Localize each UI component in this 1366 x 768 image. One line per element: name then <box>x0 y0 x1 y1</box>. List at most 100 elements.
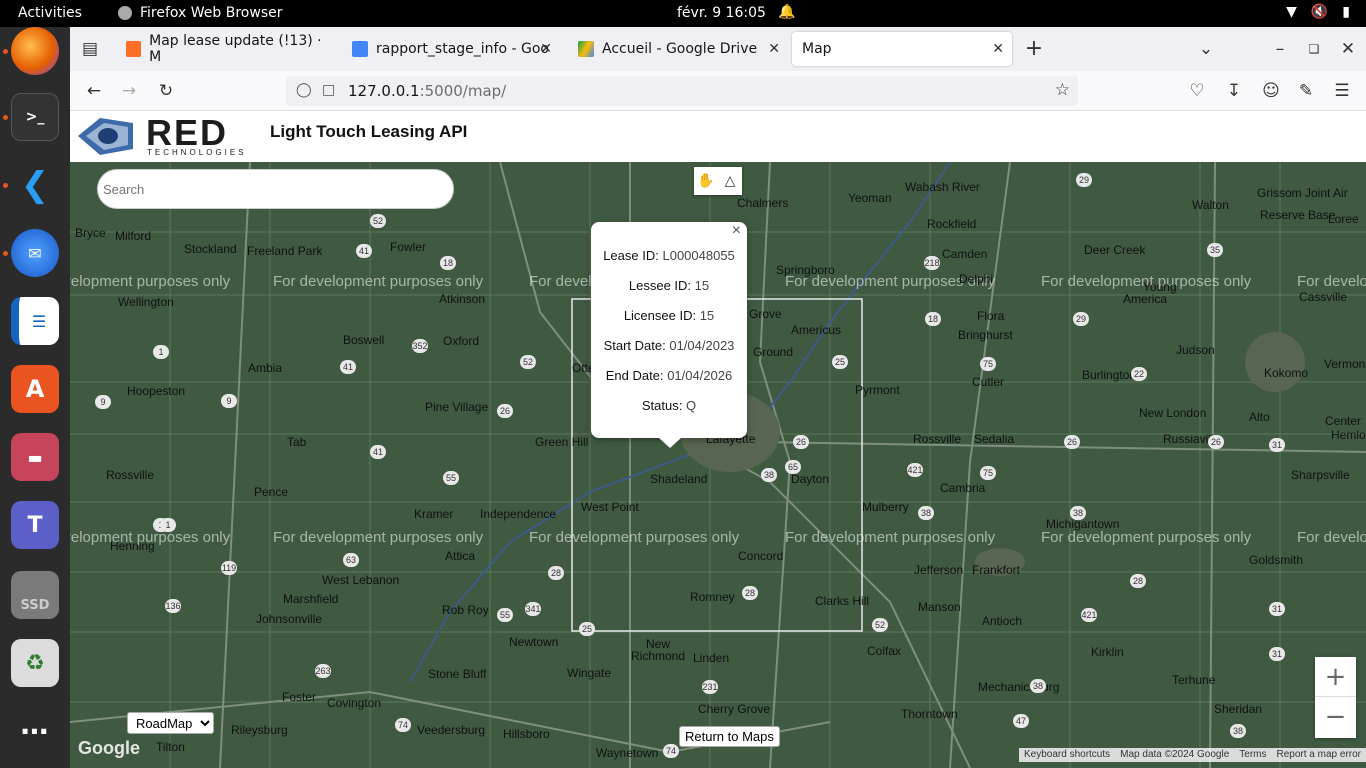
downloads-icon[interactable]: ↧ <box>1222 79 1246 103</box>
close-tab-icon[interactable]: ✕ <box>992 41 1004 57</box>
town-label: Attica <box>445 549 476 563</box>
system-tray[interactable]: ▼ 🔇 ▮ <box>1286 4 1350 20</box>
teams-icon[interactable]: T <box>11 501 59 549</box>
route-shield: 18 <box>925 312 941 326</box>
thunderbird-icon[interactable]: ✉ <box>11 229 59 277</box>
route-shield: 31 <box>1269 438 1285 452</box>
route-shield: 75 <box>980 357 996 371</box>
extensions-icon[interactable]: ✎ <box>1294 79 1318 103</box>
minimize-icon[interactable]: – <box>1268 37 1292 61</box>
town-label: Stockland <box>184 242 237 256</box>
clock[interactable]: févr. 9 16:05 <box>677 5 766 21</box>
page-header: RED TECHNOLOGIES Light Touch Leasing API <box>70 111 1366 162</box>
town-label: Pence <box>254 485 289 499</box>
map-canvas[interactable]: For development purposes only For develop… <box>70 162 1366 768</box>
close-window-icon[interactable]: ✕ <box>1336 37 1360 61</box>
navigation-bar: ← → ↻ ◯ □ 127.0.0.1:5000/map/ ☆ ♡ ↧ ☺ ✎ … <box>70 71 1366 111</box>
end-date-row: End Date: 01/04/2026 <box>605 368 733 383</box>
bookmark-star-icon[interactable]: ☆ <box>1055 80 1070 100</box>
restore-icon[interactable]: ❏ <box>1302 37 1326 61</box>
zoom-out-icon[interactable]: − <box>1315 697 1356 737</box>
town-label: Michigantown <box>1046 517 1120 531</box>
vscode-icon[interactable]: ❮ <box>11 161 59 209</box>
zoom-in-icon[interactable]: + <box>1315 657 1356 697</box>
keyboard-shortcuts-link[interactable]: Keyboard shortcuts <box>1019 748 1115 762</box>
polygon-draw-icon[interactable]: △ <box>718 167 742 195</box>
town-label: Sharpsville <box>1291 468 1350 482</box>
app-menu[interactable]: Firefox Web Browser <box>118 5 283 21</box>
url-bar[interactable]: ◯ □ 127.0.0.1:5000/map/ ☆ <box>286 76 1078 106</box>
firefox-icon[interactable] <box>11 27 59 75</box>
tab-google-drive[interactable]: Accueil - Google Drive ✕ <box>568 32 788 66</box>
route-shield: 28 <box>1130 574 1146 588</box>
app-center-icon[interactable]: A <box>11 365 59 413</box>
route-shield: 38 <box>1070 506 1086 520</box>
route-shield: 55 <box>497 608 513 622</box>
activities-button[interactable]: Activities <box>18 5 82 21</box>
route-shield: 26 <box>1064 435 1080 449</box>
route-shield: 341 <box>525 602 541 616</box>
route-shield: 352 <box>412 339 428 353</box>
list-tabs-chevron-down-icon[interactable]: ⌄ <box>1194 37 1218 61</box>
close-icon[interactable]: × <box>732 222 741 240</box>
route-shield: 52 <box>520 355 536 369</box>
report-error-link[interactable]: Report a map error <box>1272 748 1366 762</box>
route-shield: 26 <box>1208 435 1224 449</box>
tab-map[interactable]: Map ✕ <box>792 32 1012 66</box>
town-label: Hoopeston <box>127 384 186 398</box>
town-label: Henning <box>110 539 155 553</box>
reload-icon[interactable]: ↻ <box>154 79 178 103</box>
url-text: 127.0.0.1:5000/map/ <box>348 82 507 100</box>
trash-icon[interactable]: ♻ <box>11 639 59 687</box>
tab-overview-icon[interactable]: ▤ <box>78 37 102 61</box>
route-shield: 47 <box>1013 714 1029 728</box>
close-tab-icon[interactable]: ✕ <box>540 41 552 57</box>
lease-id-row: Lease ID: L000048055 <box>603 248 735 263</box>
town-label: Alto <box>1249 410 1270 424</box>
town-label: Hemlock <box>1331 428 1366 442</box>
route-shield: 41 <box>370 445 386 459</box>
notification-bell-icon: 🔔 <box>778 4 796 20</box>
town-label: Covington <box>327 696 382 710</box>
tab-rapport-stage[interactable]: rapport_stage_info - Goo ✕ <box>342 32 560 66</box>
town-label: Manson <box>918 600 961 614</box>
popup-pointer <box>659 438 681 448</box>
files-icon[interactable]: ▬ <box>11 433 59 481</box>
back-icon[interactable]: ← <box>82 79 106 103</box>
development-watermark: For development purposes only <box>70 273 231 290</box>
account-icon[interactable]: ☺ <box>1259 79 1283 103</box>
tab-map-lease-update[interactable]: Map lease update (!13) · M <box>116 32 338 66</box>
close-tab-icon[interactable]: ✕ <box>768 41 780 57</box>
town-label: Judson <box>1176 343 1215 357</box>
town-label: Rockfield <box>927 217 977 231</box>
town-label: Kokomo <box>1264 366 1309 380</box>
town-label: Chalmers <box>737 196 789 210</box>
town-label: Waynetown <box>596 746 659 760</box>
menu-icon[interactable]: ☰ <box>1330 79 1354 103</box>
development-watermark: For development purposes only <box>273 529 484 546</box>
writer-icon[interactable]: ☰ <box>11 297 59 345</box>
town-label: Reserve Base <box>1260 208 1336 222</box>
route-shield: 35 <box>1207 243 1223 257</box>
town-label: Atkinson <box>439 292 486 306</box>
map-search-input[interactable] <box>97 169 454 209</box>
app-grid-icon[interactable]: ⋯ <box>11 707 59 755</box>
route-shield: 26 <box>793 435 809 449</box>
return-to-maps-button[interactable]: Return to Maps <box>679 726 780 747</box>
new-tab-icon[interactable]: + <box>1022 37 1046 61</box>
forward-icon[interactable]: → <box>117 79 141 103</box>
town-label: Tilton <box>156 740 185 754</box>
terminal-icon[interactable]: >_ <box>11 93 59 141</box>
town-label: Concord <box>738 549 784 563</box>
town-label: Romney <box>690 590 735 604</box>
map-type-select[interactable]: RoadMap <box>127 712 214 734</box>
ssd-icon[interactable]: SSD <box>11 571 59 619</box>
battery-icon: ▮ <box>1342 4 1350 20</box>
hand-pan-icon[interactable]: ✋ <box>694 167 718 195</box>
town-label: Walton <box>1192 198 1229 212</box>
town-label: Milford <box>115 229 152 243</box>
gitlab-icon <box>126 41 142 57</box>
pocket-icon[interactable]: ♡ <box>1185 79 1209 103</box>
terms-link[interactable]: Terms <box>1234 748 1271 762</box>
town-label: Wabash River <box>905 180 980 194</box>
